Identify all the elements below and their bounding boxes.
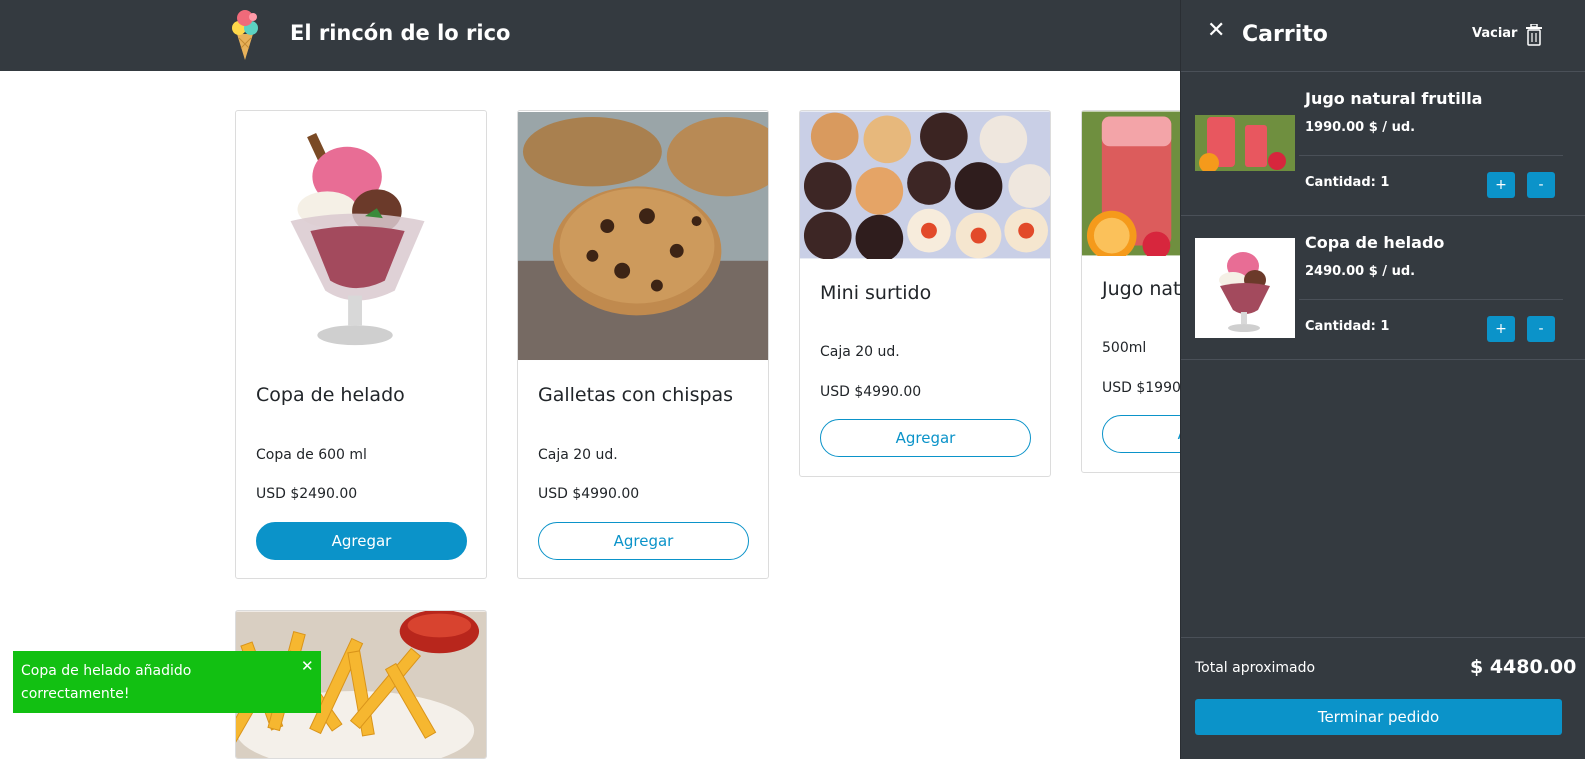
cart-item: Copa de helado 2490.00 $ / ud. Cantidad:… (1181, 216, 1585, 360)
toast-message: Copa de helado añadido correctamente! (21, 663, 192, 702)
product-price: USD $2490.00 (256, 486, 358, 502)
brand-title[interactable]: El rincón de lo rico (290, 21, 510, 45)
total-value: $ 4480.00 (1470, 656, 1577, 678)
cart-title: Carrito (1242, 22, 1328, 47)
chocolate-chip-cookies-image (518, 111, 768, 361)
close-icon[interactable]: ✕ (301, 657, 314, 675)
cart-item-unit-price: 2490.00 $ / ud. (1305, 264, 1416, 279)
cart-drawer: ✕ Carrito Vaciar Jugo natural frutilla 1… (1180, 0, 1585, 759)
increase-quantity-button[interactable]: + (1487, 316, 1515, 342)
product-title[interactable]: Mini surtido (820, 282, 931, 304)
add-to-cart-button[interactable]: Agregar (820, 419, 1031, 457)
product-card: Mini surtido Caja 20 ud. USD $4990.00 Ag… (799, 110, 1051, 477)
decrease-quantity-button[interactable]: - (1527, 316, 1555, 342)
total-label: Total aproximado (1195, 660, 1316, 676)
ice-cream-cone-icon[interactable] (228, 8, 262, 60)
decrease-quantity-button[interactable]: - (1527, 172, 1555, 198)
ice-cream-cup-image (236, 111, 486, 361)
success-toast: Copa de helado añadido correctamente! ✕ (13, 651, 321, 713)
cart-item-quantity: Cantidad: 1 (1305, 319, 1390, 334)
increase-quantity-button[interactable]: + (1487, 172, 1515, 198)
product-card: Galletas con chispas Caja 20 ud. USD $49… (517, 110, 769, 579)
add-to-cart-button[interactable]: Agregar (256, 522, 467, 560)
close-icon[interactable]: ✕ (1207, 18, 1225, 43)
divider (1299, 299, 1563, 300)
product-title[interactable]: Copa de helado (256, 384, 405, 406)
cart-item-name: Copa de helado (1305, 233, 1445, 252)
cart-item-unit-price: 1990.00 $ / ud. (1305, 120, 1416, 135)
product-description: Caja 20 ud. (538, 447, 618, 463)
product-card: Copa de helado Copa de 600 ml USD $2490.… (235, 110, 487, 579)
cart-item-name: Jugo natural frutilla (1305, 89, 1483, 108)
divider (1181, 637, 1585, 638)
cart-item-quantity: Cantidad: 1 (1305, 175, 1390, 190)
product-description: 500ml (1102, 340, 1147, 356)
divider (1299, 155, 1563, 156)
product-price: USD $4990.00 (820, 384, 922, 400)
product-description: Caja 20 ud. (820, 344, 900, 360)
clear-cart-button[interactable]: Vaciar (1472, 26, 1517, 41)
trash-icon[interactable] (1525, 24, 1543, 46)
strawberry-juice-thumbnail (1195, 115, 1295, 171)
finish-order-button[interactable]: Terminar pedido (1195, 699, 1562, 735)
product-title[interactable]: Galletas con chispas (538, 384, 733, 406)
assorted-cookies-image (800, 111, 1050, 259)
cart-item: Jugo natural frutilla 1990.00 $ / ud. Ca… (1181, 72, 1585, 216)
product-description: Copa de 600 ml (256, 447, 367, 463)
add-to-cart-button[interactable]: Agregar (538, 522, 749, 560)
ice-cream-cup-thumbnail (1195, 238, 1295, 338)
product-price: USD $4990.00 (538, 486, 640, 502)
